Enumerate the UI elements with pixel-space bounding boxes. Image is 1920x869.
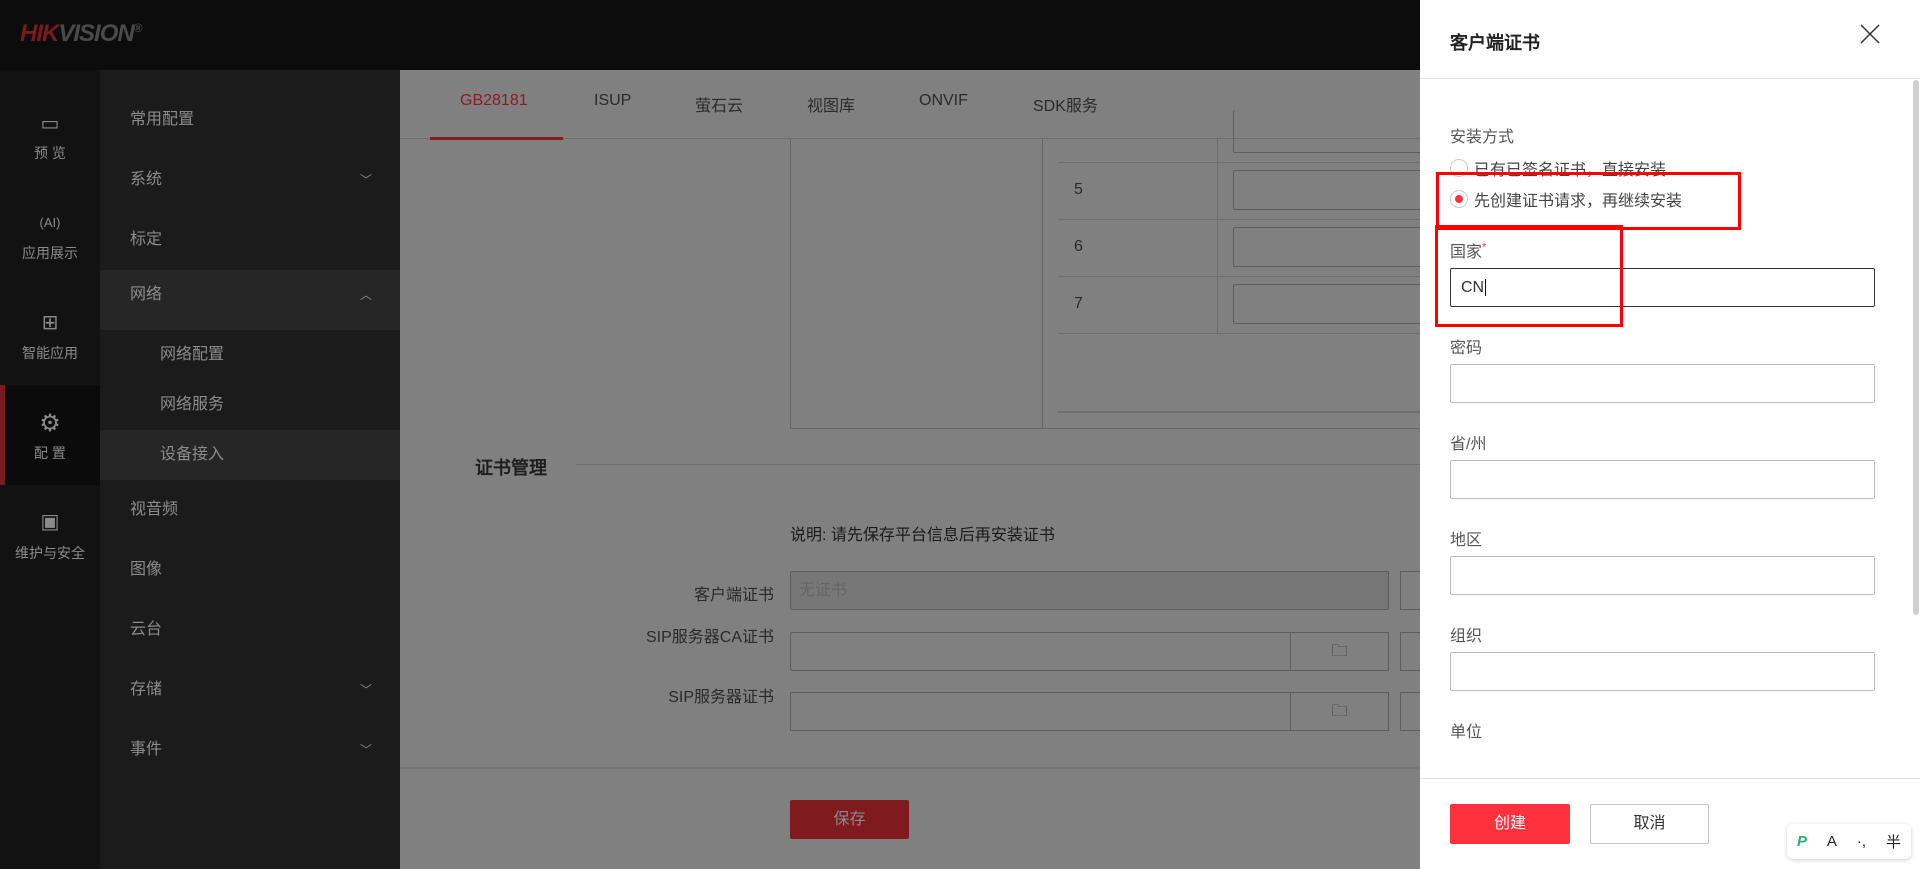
- menu-device-access[interactable]: 设备接入: [100, 430, 400, 480]
- menu-common-config[interactable]: 常用配置: [100, 95, 400, 145]
- chevron-down-icon: ﹀: [359, 173, 372, 187]
- install-method-label: 安装方式: [1450, 129, 1515, 146]
- nav-label: 预 览: [34, 145, 66, 161]
- ai-head-icon: (AI): [39, 215, 61, 230]
- tab-sdk-service[interactable]: SDK服务: [1033, 92, 1098, 116]
- chevron-down-icon: ﹀: [359, 743, 372, 757]
- menu-ptz[interactable]: 云台: [100, 605, 400, 655]
- cert-note: 说明: 请先保存平台信息后再安装证书: [790, 527, 1055, 544]
- region-input[interactable]: [1450, 556, 1875, 595]
- annotation-box: [1435, 225, 1623, 327]
- nav-config[interactable]: ⚙ 配 置: [0, 385, 100, 485]
- channel-input[interactable]: [1233, 170, 1433, 210]
- tab-gb28181[interactable]: GB28181: [460, 92, 528, 110]
- table-divider: [1217, 139, 1218, 333]
- region-label: 地区: [1450, 532, 1483, 549]
- save-button[interactable]: 保存: [790, 800, 909, 839]
- icon-sidebar: ▭ 预 览 (AI) 应用展示 ⊞ 智能应用 ⚙ 配 置 ▣ 维护与安全: [0, 70, 100, 869]
- chevron-down-icon: ﹀: [359, 683, 372, 697]
- folder-icon[interactable]: 🗀: [1290, 692, 1389, 731]
- scrollbar[interactable]: [1913, 80, 1919, 615]
- cancel-button[interactable]: 取消: [1590, 804, 1709, 844]
- unit-label: 单位: [1450, 724, 1483, 741]
- channel-input[interactable]: [1233, 110, 1433, 153]
- menu-event[interactable]: 事件 ﹀: [100, 725, 400, 775]
- nav-label: 配 置: [34, 445, 66, 461]
- province-label: 省/州: [1450, 436, 1487, 453]
- nav-preview[interactable]: ▭ 预 览: [0, 85, 100, 185]
- drawer-title: 客户端证书: [1450, 33, 1540, 53]
- ime-punct[interactable]: ·,: [1857, 833, 1866, 850]
- active-tab-indicator: [430, 137, 563, 140]
- channel-input[interactable]: [1233, 284, 1433, 324]
- row-number: 7: [1074, 295, 1083, 312]
- menu-network-config[interactable]: 网络配置: [100, 330, 400, 380]
- chevron-up-icon: ︿: [359, 288, 372, 302]
- menu-system[interactable]: 系统 ﹀: [100, 155, 400, 205]
- ime-mode[interactable]: A: [1827, 833, 1837, 850]
- folder-icon[interactable]: 🗀: [1290, 632, 1389, 671]
- password-label: 密码: [1450, 340, 1483, 357]
- client-cert-label: 客户端证书: [693, 587, 774, 604]
- annotation-box: [1436, 172, 1741, 230]
- province-input[interactable]: [1450, 460, 1875, 499]
- table-divider: [1042, 139, 1043, 429]
- channel-input[interactable]: [1233, 227, 1433, 267]
- nav-label: 维护与安全: [15, 545, 85, 561]
- top-header: HIKVISION®: [0, 0, 1420, 70]
- apps-grid-icon: ⊞: [41, 312, 59, 334]
- menu-network[interactable]: 网络 ︿: [100, 270, 400, 330]
- row-number: 6: [1074, 238, 1083, 255]
- menu-video-audio[interactable]: 视音频: [100, 485, 400, 535]
- ca-cert-label: SIP服务器CA证书: [645, 629, 774, 646]
- server-cert-label: SIP服务器证书: [668, 689, 774, 706]
- password-input[interactable]: [1450, 364, 1875, 403]
- tab-view-library[interactable]: 视图库: [807, 92, 855, 116]
- create-button[interactable]: 创建: [1450, 804, 1570, 844]
- org-label: 组织: [1450, 628, 1483, 645]
- row-number: 5: [1074, 181, 1083, 198]
- nav-label: 智能应用: [22, 345, 78, 361]
- client-cert-drawer: 客户端证书 安装方式 已有已签名证书，直接安装 先创建证书请求，再继续安装 国家…: [1420, 0, 1920, 869]
- nav-maintenance[interactable]: ▣ 维护与安全: [0, 485, 100, 585]
- client-cert-field: 无证书: [790, 571, 1389, 610]
- ime-width[interactable]: 半: [1886, 831, 1901, 852]
- gear-icon: ⚙: [39, 410, 61, 437]
- tab-onvif[interactable]: ONVIF: [919, 92, 968, 110]
- menu-calibration[interactable]: 标定: [100, 215, 400, 265]
- tab-ezviz[interactable]: 萤石云: [695, 92, 743, 116]
- close-icon[interactable]: [1860, 24, 1880, 44]
- menu-network-service[interactable]: 网络服务: [100, 380, 400, 430]
- nav-smart-apps[interactable]: ⊞ 智能应用: [0, 285, 100, 385]
- menu-image[interactable]: 图像: [100, 545, 400, 595]
- camera-icon: ▭: [40, 113, 60, 135]
- maintenance-icon: ▣: [40, 511, 60, 533]
- nav-app-display[interactable]: (AI) 应用展示: [0, 185, 100, 285]
- nav-label: 应用展示: [22, 245, 78, 261]
- main-content: GB28181 ISUP 萤石云 视图库 ONVIF SDK服务 5 6 7 证…: [400, 70, 1433, 869]
- config-menu: 常用配置 系统 ﹀ 标定 网络 ︿ 网络配置 网络服务 设备接入 视音频 图像 云台…: [100, 70, 400, 869]
- tab-isup[interactable]: ISUP: [594, 92, 631, 110]
- menu-storage[interactable]: 存储 ﹀: [100, 665, 400, 715]
- hikvision-logo: HIKVISION®: [20, 20, 143, 47]
- section-title: 证书管理: [475, 458, 547, 478]
- ime-logo-icon: P: [1796, 833, 1807, 850]
- org-input[interactable]: [1450, 652, 1875, 691]
- ime-toolbar[interactable]: P A ·, 半: [1787, 824, 1911, 859]
